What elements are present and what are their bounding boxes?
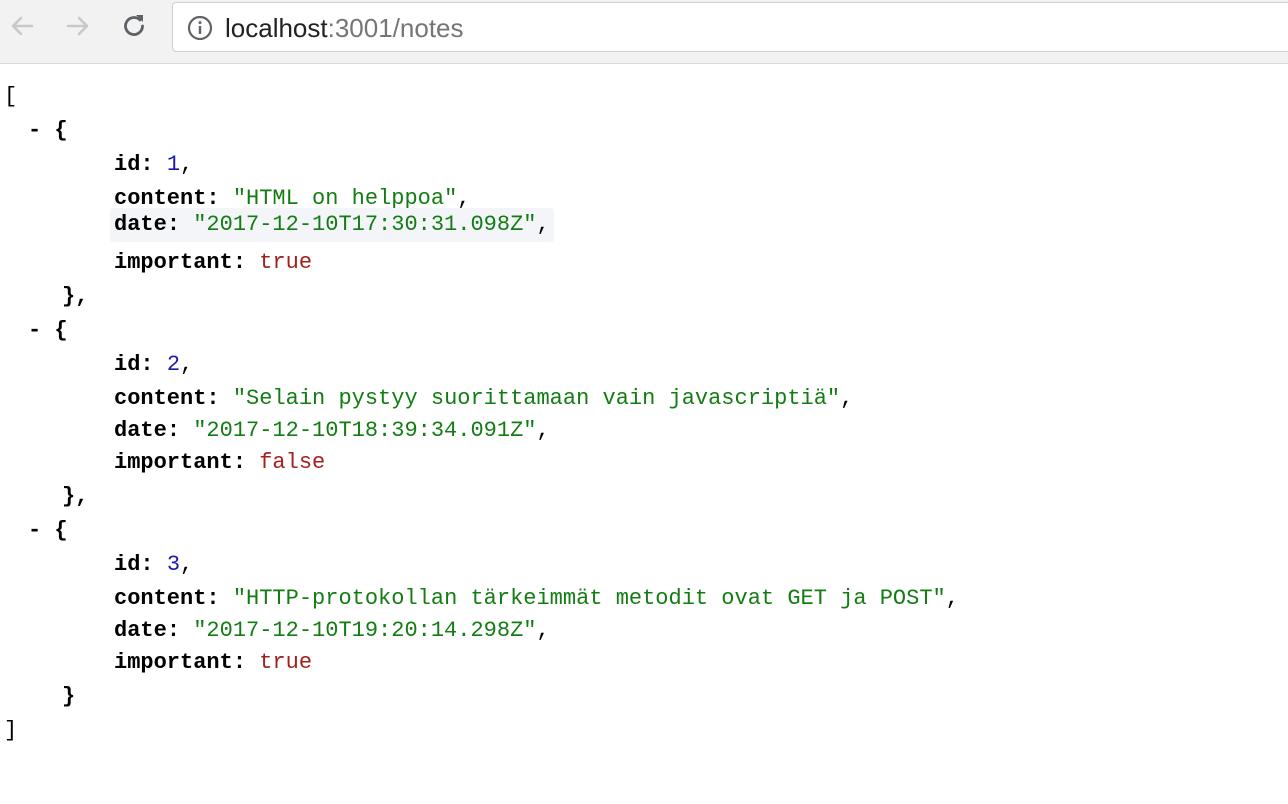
object-close: },: [62, 484, 89, 509]
field-date: date: "2017-12-10T19:20:14.298Z",: [114, 618, 550, 643]
object-close: }: [62, 684, 76, 709]
date-value: "2017-12-10T18:39:34.091Z": [193, 418, 537, 443]
url-host: localhost: [225, 13, 328, 43]
back-button[interactable]: [4, 8, 40, 44]
collapse-toggle[interactable]: -: [28, 118, 41, 143]
field-content: content: "Selain pystyy suorittamaan vai…: [114, 386, 854, 411]
field-id: id: 3,: [114, 552, 194, 577]
field-id: id: 2,: [114, 352, 194, 377]
open-bracket: [: [4, 84, 18, 109]
forward-button[interactable]: [60, 8, 96, 44]
object-close: },: [62, 284, 89, 309]
url-path: :3001/notes: [327, 13, 464, 43]
field-date: date: "2017-12-10T18:39:34.091Z",: [114, 418, 550, 443]
reload-button[interactable]: [116, 8, 152, 44]
id-value: 3: [166, 552, 181, 577]
field-important: important: false: [114, 450, 326, 475]
back-arrow-icon: [11, 16, 34, 36]
content-value: "Selain pystyy suorittamaan vain javascr…: [232, 386, 841, 411]
date-value: "2017-12-10T19:20:14.298Z": [193, 618, 537, 643]
browser-toolbar: localhost:3001/notes: [0, 0, 1288, 64]
field-date: date: "2017-12-10T17:30:31.098Z",: [110, 208, 554, 242]
important-value: true: [259, 650, 313, 675]
note-object: - {: [28, 318, 68, 343]
id-value: 2: [166, 352, 181, 377]
reload-icon: [124, 15, 144, 36]
info-icon[interactable]: [187, 15, 213, 41]
field-important: important: true: [114, 650, 313, 675]
url-text[interactable]: localhost:3001/notes: [225, 12, 464, 44]
field-content: content: "HTTP-protokollan tärkeimmät me…: [114, 586, 959, 611]
field-id: id: 1,: [114, 152, 194, 177]
address-bar[interactable]: localhost:3001/notes: [172, 2, 1288, 52]
json-viewer: [ - { id: 1, content: "HTML on helppoa",…: [0, 64, 1288, 804]
note-object: - {: [28, 118, 68, 143]
close-bracket: ]: [4, 718, 18, 743]
note-object: - {: [28, 518, 68, 543]
date-value: "2017-12-10T17:30:31.098Z": [193, 212, 537, 237]
id-value: 1: [166, 152, 181, 177]
content-value: "HTTP-protokollan tärkeimmät metodit ova…: [232, 586, 946, 611]
important-value: true: [259, 250, 313, 275]
important-value: false: [259, 450, 326, 475]
forward-arrow-icon: [66, 16, 89, 36]
collapse-toggle[interactable]: -: [28, 318, 41, 343]
field-important: important: true: [114, 250, 313, 275]
collapse-toggle[interactable]: -: [28, 518, 41, 543]
